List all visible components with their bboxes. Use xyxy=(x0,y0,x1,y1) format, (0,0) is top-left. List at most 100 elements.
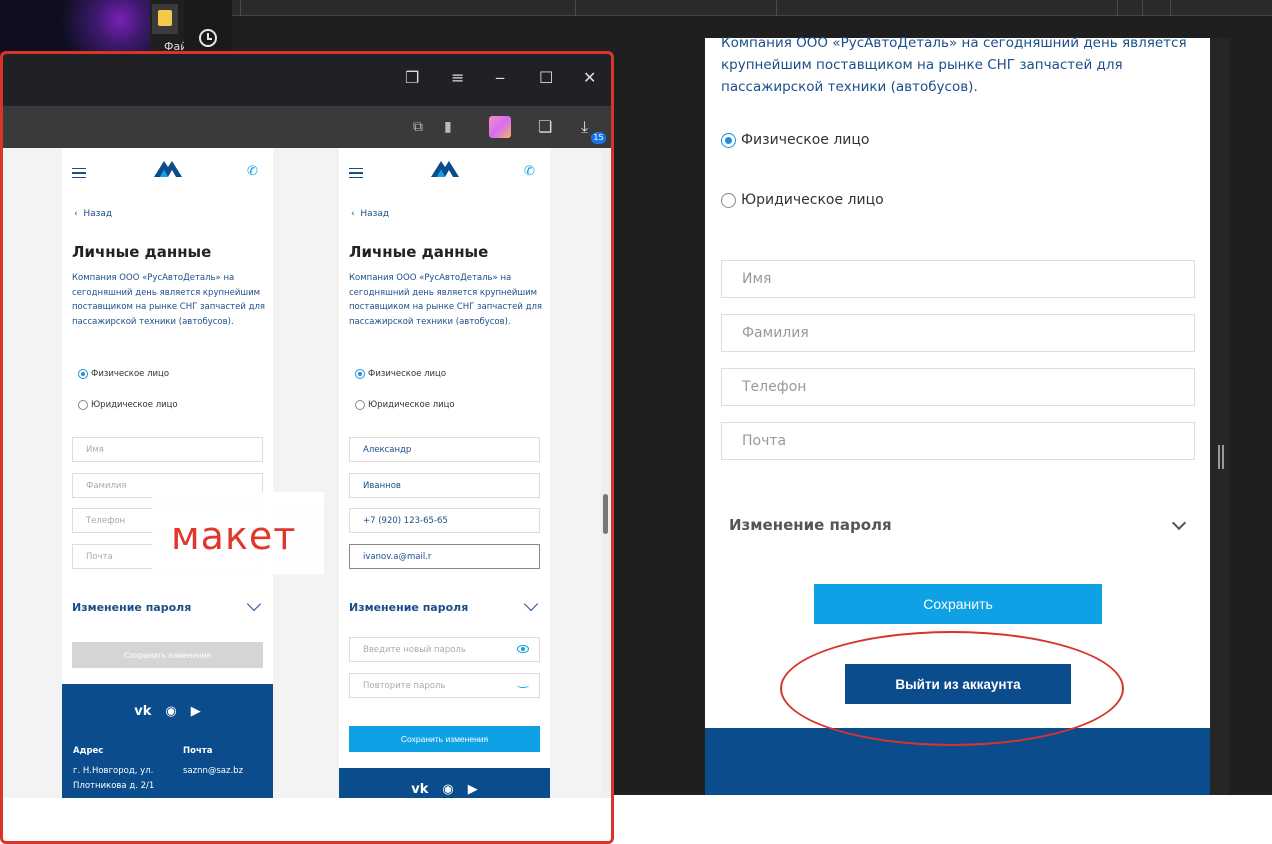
page-viewport: ✆ ‹ Назад Личные данные Компания ООО «Ру… xyxy=(3,148,611,798)
maximize-icon[interactable]: ☐ xyxy=(539,70,553,86)
social-links: vk ◉ ▶ xyxy=(62,704,273,719)
folder-icon[interactable] xyxy=(152,4,178,34)
chevron-left-icon: ‹ xyxy=(351,209,355,219)
page-title: Личные данные xyxy=(349,243,489,261)
mockup-filled: ✆ ‹ Назад Личные данные Компания ООО «Ру… xyxy=(339,148,550,798)
chevron-down-icon[interactable] xyxy=(1171,515,1187,531)
radio-checked-icon[interactable] xyxy=(355,369,365,379)
first-name-input[interactable]: Имя xyxy=(721,260,1195,298)
page-title: Личные данные xyxy=(72,243,212,261)
whatsapp-icon[interactable]: ◉ xyxy=(442,782,453,797)
mail-text: saznn@saz.bz xyxy=(183,766,244,776)
back-link[interactable]: ‹ Назад xyxy=(351,209,389,219)
logo xyxy=(150,160,186,186)
minimize-icon[interactable]: ‒ xyxy=(495,70,505,86)
phone-input[interactable]: +7 (920) 123-65-65 xyxy=(349,508,540,533)
vk-icon[interactable]: vk xyxy=(134,704,151,719)
address-heading: Адрес xyxy=(73,746,104,756)
title-bar: ❐ ≡ ‒ ☐ ✕ xyxy=(3,54,611,106)
repeat-password-input[interactable]: Повторите пароль xyxy=(349,673,540,698)
radio-checked-icon[interactable] xyxy=(78,369,88,379)
save-button[interactable]: Сохранить изменения xyxy=(349,726,540,752)
address-text: г. Н.Новгород, ул. Плотникова д. 2/1 xyxy=(73,766,155,791)
top-window-strip xyxy=(232,0,1272,16)
browser-window: ❐ ≡ ‒ ☐ ✕ ⧉ ▮ ❏ ⤓ 15 ✆ ‹ Назад Личные да… xyxy=(0,51,614,844)
radio-individual-label: Физическое лицо xyxy=(741,132,870,148)
radio-legal[interactable]: Юридическое лицо xyxy=(78,400,178,410)
save-button-disabled[interactable]: Сохранить изменения xyxy=(72,642,263,668)
vk-icon[interactable]: vk xyxy=(411,782,428,797)
show-password-icon[interactable] xyxy=(517,645,529,653)
new-password-placeholder: Введите новый пароль xyxy=(363,645,466,655)
youtube-icon[interactable]: ▶ xyxy=(191,704,201,719)
extension-icon[interactable] xyxy=(489,116,511,138)
radio-unchecked-icon[interactable] xyxy=(355,400,365,410)
phone-input[interactable]: Телефон xyxy=(721,368,1195,406)
youtube-icon[interactable]: ▶ xyxy=(468,782,478,797)
phone-icon[interactable]: ✆ xyxy=(247,164,258,179)
bookmark-icon[interactable]: ▮ xyxy=(444,119,452,135)
collections-icon[interactable]: ⧉ xyxy=(413,119,423,135)
mockup-empty: ✆ ‹ Назад Личные данные Компания ООО «Ру… xyxy=(62,148,273,798)
resize-grip-icon[interactable] xyxy=(1218,445,1224,469)
first-name-input[interactable]: Александр xyxy=(349,437,540,462)
intro-text: Компания ООО «РусАвтоДеталь» на сегодняш… xyxy=(72,273,266,327)
radio-checked-icon[interactable] xyxy=(721,132,736,148)
tabs-icon[interactable]: ❐ xyxy=(405,70,419,86)
intro-text: Компания ООО «РусАвтоДеталь» на сегодняш… xyxy=(349,273,543,327)
last-name-input[interactable]: Иваннов xyxy=(349,473,540,498)
reader-icon[interactable]: ❏ xyxy=(538,119,552,135)
back-label: Назад xyxy=(83,209,113,219)
password-change-toggle[interactable]: Изменение пароля xyxy=(72,601,191,614)
chevron-down-icon[interactable] xyxy=(523,596,539,612)
social-links: vk ◉ ▶ xyxy=(339,782,550,797)
annotation-label: макет xyxy=(152,492,324,574)
mail-heading: Почта xyxy=(183,746,213,756)
radio-legal[interactable]: Юридическое лицо xyxy=(355,400,455,410)
radio-legal[interactable]: Юридическое лицо xyxy=(721,192,884,208)
right-scrollbar-track[interactable] xyxy=(1210,38,1230,795)
close-icon[interactable]: ✕ xyxy=(583,70,596,86)
window-bottom-area xyxy=(3,798,611,841)
first-name-input[interactable]: Имя xyxy=(72,437,263,462)
hide-password-icon[interactable] xyxy=(517,683,529,688)
site-intro-text: Компания ООО «РусАвтоДеталь» на сегодняш… xyxy=(721,35,1187,95)
radio-individual[interactable]: Физическое лицо xyxy=(721,132,870,148)
footer: vk ◉ ▶ Адрес г. Н.Новгород, ул. Плотнико… xyxy=(62,684,273,798)
whatsapp-icon[interactable]: ◉ xyxy=(165,704,176,719)
menu-icon[interactable]: ≡ xyxy=(451,70,464,86)
radio-individual-label: Физическое лицо xyxy=(368,369,447,379)
download-icon[interactable]: ⤓ xyxy=(581,119,588,135)
annotation-label-text: макет xyxy=(171,514,297,558)
new-password-input[interactable]: Введите новый пароль xyxy=(349,637,540,662)
chevron-left-icon: ‹ xyxy=(74,209,78,219)
password-change-toggle[interactable]: Изменение пароля xyxy=(729,516,892,534)
radio-legal-label: Юридическое лицо xyxy=(368,400,455,410)
radio-unchecked-icon[interactable] xyxy=(721,192,736,208)
repeat-password-placeholder: Повторите пароль xyxy=(363,681,446,691)
last-name-input[interactable]: Фамилия xyxy=(721,314,1195,352)
scrollbar-thumb[interactable] xyxy=(603,494,608,534)
radio-legal-label: Юридическое лицо xyxy=(91,400,178,410)
browser-toolbar: ⧉ ▮ ❏ ⤓ 15 xyxy=(3,106,611,148)
page-scrollbar[interactable] xyxy=(601,148,611,798)
back-label: Назад xyxy=(360,209,390,219)
footer: vk ◉ ▶ xyxy=(339,768,550,798)
annotation-ellipse xyxy=(780,631,1124,746)
radio-individual-label: Физическое лицо xyxy=(91,369,170,379)
history-clock-icon[interactable] xyxy=(199,29,217,47)
phone-icon[interactable]: ✆ xyxy=(524,164,535,179)
download-count-badge: 15 xyxy=(591,132,606,144)
back-link[interactable]: ‹ Назад xyxy=(74,209,112,219)
password-change-toggle[interactable]: Изменение пароля xyxy=(349,601,468,614)
save-button[interactable]: Сохранить xyxy=(814,584,1102,624)
email-input[interactable]: Почта xyxy=(721,422,1195,460)
radio-legal-label: Юридическое лицо xyxy=(741,192,884,208)
email-input[interactable]: ivanov.a@mail.r xyxy=(349,544,540,569)
radio-individual[interactable]: Физическое лицо xyxy=(78,369,169,379)
radio-individual[interactable]: Физическое лицо xyxy=(355,369,446,379)
hamburger-menu-icon[interactable] xyxy=(72,168,86,178)
chevron-down-icon[interactable] xyxy=(246,596,262,612)
hamburger-menu-icon[interactable] xyxy=(349,168,363,178)
radio-unchecked-icon[interactable] xyxy=(78,400,88,410)
